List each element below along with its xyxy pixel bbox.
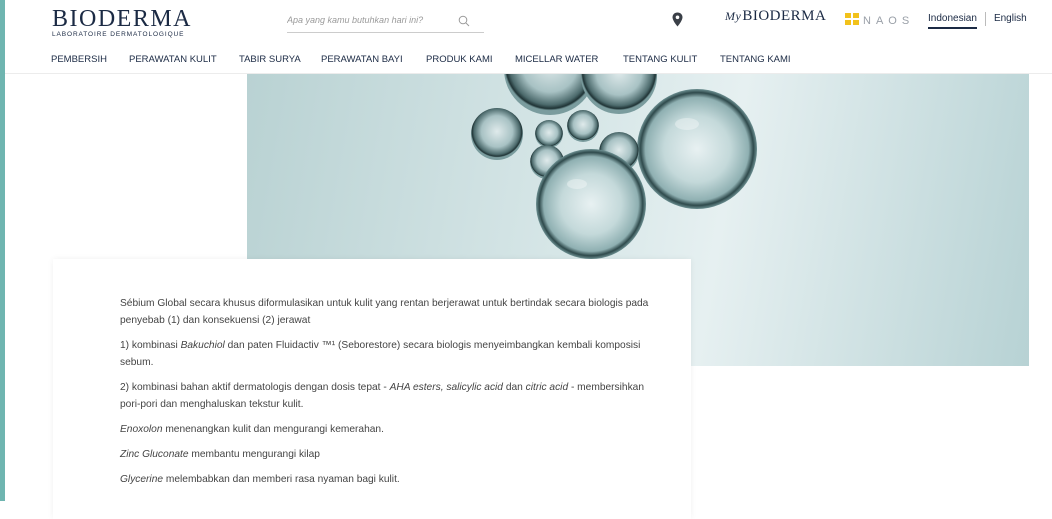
search-icon[interactable]	[458, 14, 470, 32]
nav-item-pembersih[interactable]: PEMBERSIH	[51, 54, 107, 65]
site-header: BIODERMA LABORATOIRE DERMATOLOGIQUE MyBI…	[5, 0, 1052, 43]
search-bar	[287, 10, 484, 33]
my-bioderma-prefix: My	[725, 9, 742, 23]
page-left-accent	[0, 0, 5, 501]
bioderma-logo[interactable]: BIODERMA LABORATOIRE DERMATOLOGIQUE	[52, 6, 192, 39]
naos-link[interactable]: NAOS	[845, 12, 914, 30]
description-enoxolon: Enoxolon menenangkan kulit dan mengurang…	[120, 424, 384, 435]
description-zinc-gluconate: Zinc Gluconate membantu mengurangi kilap	[120, 449, 320, 460]
logo-tagline: LABORATOIRE DERMATOLOGIQUE	[52, 31, 185, 38]
my-bioderma-link[interactable]: MyBIODERMA	[725, 8, 826, 25]
nav-item-perawatan-kulit[interactable]: PERAWATAN KULIT	[129, 54, 217, 65]
naos-logo-icon	[845, 12, 859, 30]
language-switcher: Indonesian English	[928, 12, 1027, 29]
language-indonesian[interactable]: Indonesian	[928, 13, 977, 29]
nav-item-micellar-water[interactable]: MICELLAR WATER	[515, 54, 598, 65]
language-divider	[984, 12, 986, 26]
nav-item-tabir-surya[interactable]: TABIR SURYA	[239, 54, 301, 65]
product-description: Sébium Global secara khusus diformulasik…	[120, 295, 650, 496]
description-glycerine: Glycerine melembabkan dan memberi rasa n…	[120, 474, 400, 485]
description-point-1: 1) kombinasi Bakuchiol dan paten Fluidac…	[120, 340, 641, 368]
nav-item-perawatan-bayi[interactable]: PERAWATAN BAYI	[321, 54, 403, 65]
nav-item-tentang-kulit[interactable]: TENTANG KULIT	[623, 54, 697, 65]
search-input[interactable]	[287, 10, 457, 30]
language-english[interactable]: English	[994, 13, 1027, 29]
location-pin-icon[interactable]	[672, 12, 683, 32]
my-bioderma-name: BIODERMA	[742, 8, 827, 24]
product-description-card: Sébium Global secara khusus diformulasik…	[53, 259, 691, 519]
nav-item-tentang-kami[interactable]: TENTANG KAMI	[720, 54, 791, 65]
logo-wordmark: BIODERMA	[52, 6, 193, 32]
naos-wordmark: NAOS	[863, 15, 915, 27]
main-navigation: PEMBERSIH PERAWATAN KULIT TABIR SURYA PE…	[5, 43, 1052, 74]
nav-item-produk-kami[interactable]: PRODUK KAMI	[426, 54, 493, 65]
description-intro: Sébium Global secara khusus diformulasik…	[120, 298, 649, 326]
bubble-cluster	[471, 74, 757, 259]
description-point-2: 2) kombinasi bahan aktif dermatologis de…	[120, 382, 644, 410]
